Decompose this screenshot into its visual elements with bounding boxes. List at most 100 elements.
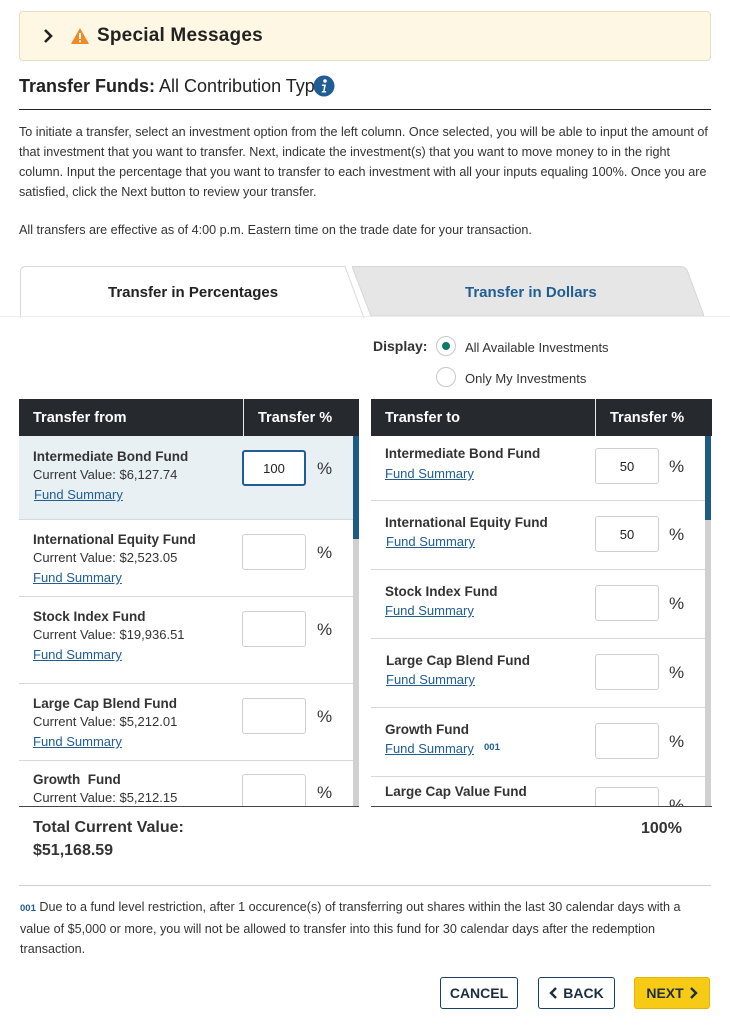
- transfer-pct-input[interactable]: [595, 787, 659, 806]
- to-row-growth[interactable]: Growth Fund Fund Summary 001 %: [371, 708, 705, 777]
- fund-summary-link[interactable]: Fund Summary: [386, 672, 475, 687]
- total-current-value: $51,168.59: [33, 842, 114, 859]
- radio-label-mine: Only My Investments: [465, 371, 587, 386]
- transfer-to-panel: Transfer to Transfer % Intermediate Bond…: [371, 399, 712, 807]
- total-current-value-label: Total Current Value:: [33, 819, 184, 836]
- fund-summary-link[interactable]: Fund Summary: [385, 741, 474, 756]
- percent-sign: %: [317, 707, 333, 726]
- to-row-intermediate-bond[interactable]: Intermediate Bond Fund Fund Summary %: [371, 436, 705, 501]
- from-row-international-equity[interactable]: International Equity Fund Current Value:…: [19, 520, 353, 597]
- transfer-to-header: Transfer to Transfer %: [371, 399, 712, 436]
- warning-icon: [71, 28, 89, 44]
- total-percent: 100%: [641, 820, 682, 837]
- from-scrollbar-thumb[interactable]: [353, 436, 359, 539]
- fund-summary-link[interactable]: Fund Summary: [34, 487, 123, 502]
- special-messages-title: Special Messages: [97, 25, 263, 46]
- current-value: Current Value: $2,523.05: [33, 550, 178, 565]
- footnote-text: Due to a fund level restriction, after 1…: [20, 900, 681, 956]
- next-label: NEXT: [646, 985, 684, 1001]
- fund-name: Stock Index Fund: [33, 609, 146, 624]
- to-row-large-cap-value[interactable]: Large Cap Value Fund %: [371, 777, 705, 807]
- cancel-button[interactable]: CANCEL: [440, 977, 518, 1009]
- page-title: Transfer Funds: All Contribution Types: [19, 76, 334, 97]
- transfer-pct-input[interactable]: [242, 450, 306, 486]
- fund-summary-link[interactable]: Fund Summary: [33, 570, 122, 585]
- percent-sign: %: [669, 525, 685, 544]
- effective-time-text: All transfers are effective as of 4:00 p…: [19, 223, 532, 237]
- radio-label-all: All Available Investments: [465, 340, 609, 355]
- header-divider: [595, 399, 596, 436]
- current-value: Current Value: $5,212.15: [33, 790, 178, 805]
- back-label: BACK: [563, 985, 604, 1001]
- header-divider: [243, 399, 244, 436]
- fund-name: Growth Fund: [385, 722, 469, 737]
- display-label: Display:: [373, 338, 428, 354]
- fund-summary-link[interactable]: Fund Summary: [386, 534, 475, 549]
- transfer-from-panel: Transfer from Transfer % Intermediate Bo…: [19, 399, 359, 807]
- current-value: Current Value: $5,212.01: [33, 714, 178, 729]
- footnote-code: 001: [20, 903, 36, 914]
- chevron-right-icon: [689, 987, 698, 999]
- fund-summary-link[interactable]: Fund Summary: [385, 603, 474, 618]
- to-row-international-equity[interactable]: International Equity Fund Fund Summary %: [371, 501, 705, 570]
- chevron-left-icon: [549, 987, 558, 999]
- fund-name: Stock Index Fund: [385, 584, 498, 599]
- tab-label-percentages: Transfer in Percentages: [108, 284, 279, 301]
- percent-sign: %: [317, 620, 333, 639]
- to-row-large-cap-blend[interactable]: Large Cap Blend Fund Fund Summary %: [371, 639, 705, 708]
- fund-name: Large Cap Blend Fund: [33, 696, 178, 711]
- next-button[interactable]: NEXT: [634, 977, 710, 1009]
- transfer-pct-col-label: Transfer %: [610, 410, 685, 426]
- chevron-right-icon: [44, 29, 53, 43]
- transfer-to-col-label: Transfer to: [385, 410, 460, 426]
- transfer-pct-input[interactable]: [242, 774, 306, 806]
- transfer-pct-input[interactable]: [595, 585, 659, 621]
- fund-name: Growth Fund: [33, 772, 121, 787]
- tab-baseline: [0, 316, 730, 317]
- percent-sign: %: [669, 796, 685, 807]
- back-button[interactable]: BACK: [538, 977, 615, 1009]
- transfer-pct-input[interactable]: [242, 698, 306, 734]
- radio-selected-dot: [442, 342, 450, 350]
- percent-sign: %: [317, 543, 333, 562]
- percent-sign: %: [317, 459, 333, 478]
- percent-sign: %: [669, 594, 685, 613]
- fund-summary-link[interactable]: Fund Summary: [33, 734, 122, 749]
- footnote-divider: [19, 885, 711, 886]
- fund-name: Large Cap Blend Fund: [386, 653, 531, 668]
- transfer-pct-input[interactable]: [595, 516, 659, 552]
- transfer-pct-input[interactable]: [595, 723, 659, 759]
- title-divider: [19, 109, 711, 110]
- from-row-large-cap-blend[interactable]: Large Cap Blend Fund Current Value: $5,2…: [19, 684, 353, 761]
- special-messages-banner[interactable]: Special Messages: [19, 11, 711, 61]
- fund-summary-link[interactable]: Fund Summary: [385, 466, 474, 481]
- fund-name: International Equity Fund: [33, 532, 196, 547]
- page-title-rest: All Contribution Types: [155, 76, 334, 96]
- from-row-intermediate-bond[interactable]: Intermediate Bond Fund Current Value: $6…: [19, 436, 353, 520]
- transfer-from-col-label: Transfer from: [33, 410, 127, 426]
- percent-sign: %: [317, 783, 333, 802]
- footnote-marker: 001: [484, 742, 500, 753]
- percent-sign: %: [669, 663, 685, 682]
- current-value: Current Value: $19,936.51: [33, 627, 185, 642]
- percent-sign: %: [669, 457, 685, 476]
- fund-name: Large Cap Value Fund: [385, 784, 527, 799]
- fund-name: Intermediate Bond Fund: [33, 449, 189, 464]
- transfer-pct-input[interactable]: [595, 654, 659, 690]
- fund-summary-link[interactable]: Fund Summary: [33, 647, 122, 662]
- intro-text: To initiate a transfer, select an invest…: [19, 125, 708, 199]
- transfer-pct-input[interactable]: [242, 611, 306, 647]
- to-scrollbar-thumb[interactable]: [705, 436, 711, 520]
- from-row-growth[interactable]: Growth Fund Current Value: $5,212.15 %: [19, 761, 353, 806]
- to-row-stock-index[interactable]: Stock Index Fund Fund Summary %: [371, 570, 705, 639]
- transfer-from-header: Transfer from Transfer %: [19, 399, 359, 436]
- fund-name: Intermediate Bond Fund: [385, 446, 541, 461]
- percent-sign: %: [669, 732, 685, 751]
- transfer-pct-input[interactable]: [595, 448, 659, 484]
- transfer-pct-input[interactable]: [242, 534, 306, 570]
- radio-all-investments[interactable]: [436, 336, 456, 356]
- info-icon[interactable]: [313, 75, 335, 97]
- fund-name: International Equity Fund: [385, 515, 548, 530]
- radio-my-investments[interactable]: [436, 367, 456, 387]
- from-row-stock-index[interactable]: Stock Index Fund Current Value: $19,936.…: [19, 597, 353, 684]
